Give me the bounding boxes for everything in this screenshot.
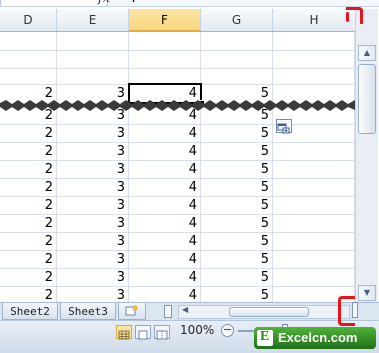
page-layout-view-button[interactable] [135,325,151,340]
cell-f[interactable]: 4 [129,232,200,251]
fx-icon[interactable]: fx [98,0,110,6]
vertical-split-handle[interactable] [352,302,358,318]
worksheet-grid[interactable]: 2345234523452345234523452345234523452345… [0,32,355,302]
cell-g[interactable]: 5 [201,196,272,215]
column-header-f[interactable]: F [129,9,201,31]
cell-f[interactable]: 4 [129,286,200,302]
sheet-tabs-bar: Sheet2 Sheet3 ◀ [0,302,379,321]
cell-e[interactable]: 3 [57,214,128,233]
page-layout-icon [138,330,148,340]
sheet-tab-sheet2[interactable]: Sheet2 [2,303,58,320]
column-header-h[interactable]: H [273,9,355,31]
paste-options-icon [277,123,290,134]
watermark-text: Excelcn.com [278,330,358,345]
cell-g[interactable]: 5 [201,214,272,233]
cell-d[interactable]: 2 [0,214,56,233]
cell-g[interactable]: 5 [201,268,272,287]
column-header-d[interactable]: D [0,9,57,31]
cell-d[interactable]: 2 [0,178,56,197]
cell-f[interactable]: 4 [129,268,200,287]
cell-d[interactable]: 2 [0,286,56,302]
cell-d[interactable]: 2 [0,268,56,287]
vertical-scrollbar[interactable]: ▲ ▼ [355,9,378,302]
page-break-icon [156,330,168,340]
annotation-bracket-top-stem [346,12,349,22]
name-box[interactable] [0,0,108,6]
horizontal-scrollbar[interactable]: ◀ [178,305,350,319]
cell-e[interactable]: 3 [57,286,128,302]
cell-e[interactable]: 3 [57,142,128,161]
cell-g[interactable]: 5 [201,250,272,269]
cell-e[interactable]: 3 [57,160,128,179]
normal-view-icon [118,330,130,340]
cell-g[interactable]: 5 [201,232,272,251]
cell-g[interactable]: 5 [201,286,272,302]
horizontal-scroll-thumb[interactable] [229,307,309,317]
zoom-level[interactable]: 100% [180,323,214,337]
cell-e[interactable]: 3 [57,196,128,215]
cell-e[interactable]: 3 [57,268,128,287]
cell-f[interactable]: 4 [129,142,200,161]
cell-d[interactable]: 2 [0,232,56,251]
watermark-logo: E Excelcn.com [254,327,376,349]
cell-f[interactable]: 4 [129,178,200,197]
sheet-tab-sheet3[interactable]: Sheet3 [60,303,116,320]
formula-bar: fx 4 [0,0,379,7]
cell-f[interactable]: 4 [129,196,200,215]
cell-e[interactable]: 3 [57,124,128,143]
paste-options-button[interactable] [276,119,292,134]
cell-g[interactable]: 5 [201,178,272,197]
cell-e[interactable]: 3 [57,250,128,269]
cell-e[interactable]: 3 [57,178,128,197]
formula-input[interactable]: 4 [128,0,136,6]
normal-view-button[interactable] [116,325,132,340]
column-header-row: D E F G H [0,9,355,32]
cell-f[interactable]: 4 [129,124,200,143]
cell-g[interactable]: 5 [201,124,272,143]
column-header-g[interactable]: G [201,9,273,31]
cell-d[interactable]: 2 [0,124,56,143]
scroll-up-button[interactable]: ▲ [358,45,376,61]
cell-g[interactable]: 5 [201,142,272,161]
scroll-left-icon[interactable]: ◀ [182,305,188,314]
insert-sheet-icon [125,305,138,316]
insert-sheet-button[interactable] [118,303,146,320]
cell-f[interactable]: 4 [129,214,200,233]
cell-g[interactable]: 5 [201,160,272,179]
cell-f[interactable]: 4 [129,160,200,179]
cell-d[interactable]: 2 [0,142,56,161]
vertical-scroll-thumb[interactable] [358,64,376,134]
cell-d[interactable]: 2 [0,250,56,269]
scroll-down-button[interactable]: ▼ [358,285,376,301]
page-break-view-button[interactable] [154,325,170,340]
watermark-letter: E [260,329,270,344]
cell-e[interactable]: 3 [57,232,128,251]
tab-split-handle[interactable] [164,305,172,318]
column-header-e[interactable]: E [57,9,129,31]
cell-f[interactable]: 4 [129,250,200,269]
cell-d[interactable]: 2 [0,196,56,215]
torn-edge [0,100,355,111]
cell-d[interactable]: 2 [0,160,56,179]
zoom-out-button[interactable]: − [221,324,234,337]
